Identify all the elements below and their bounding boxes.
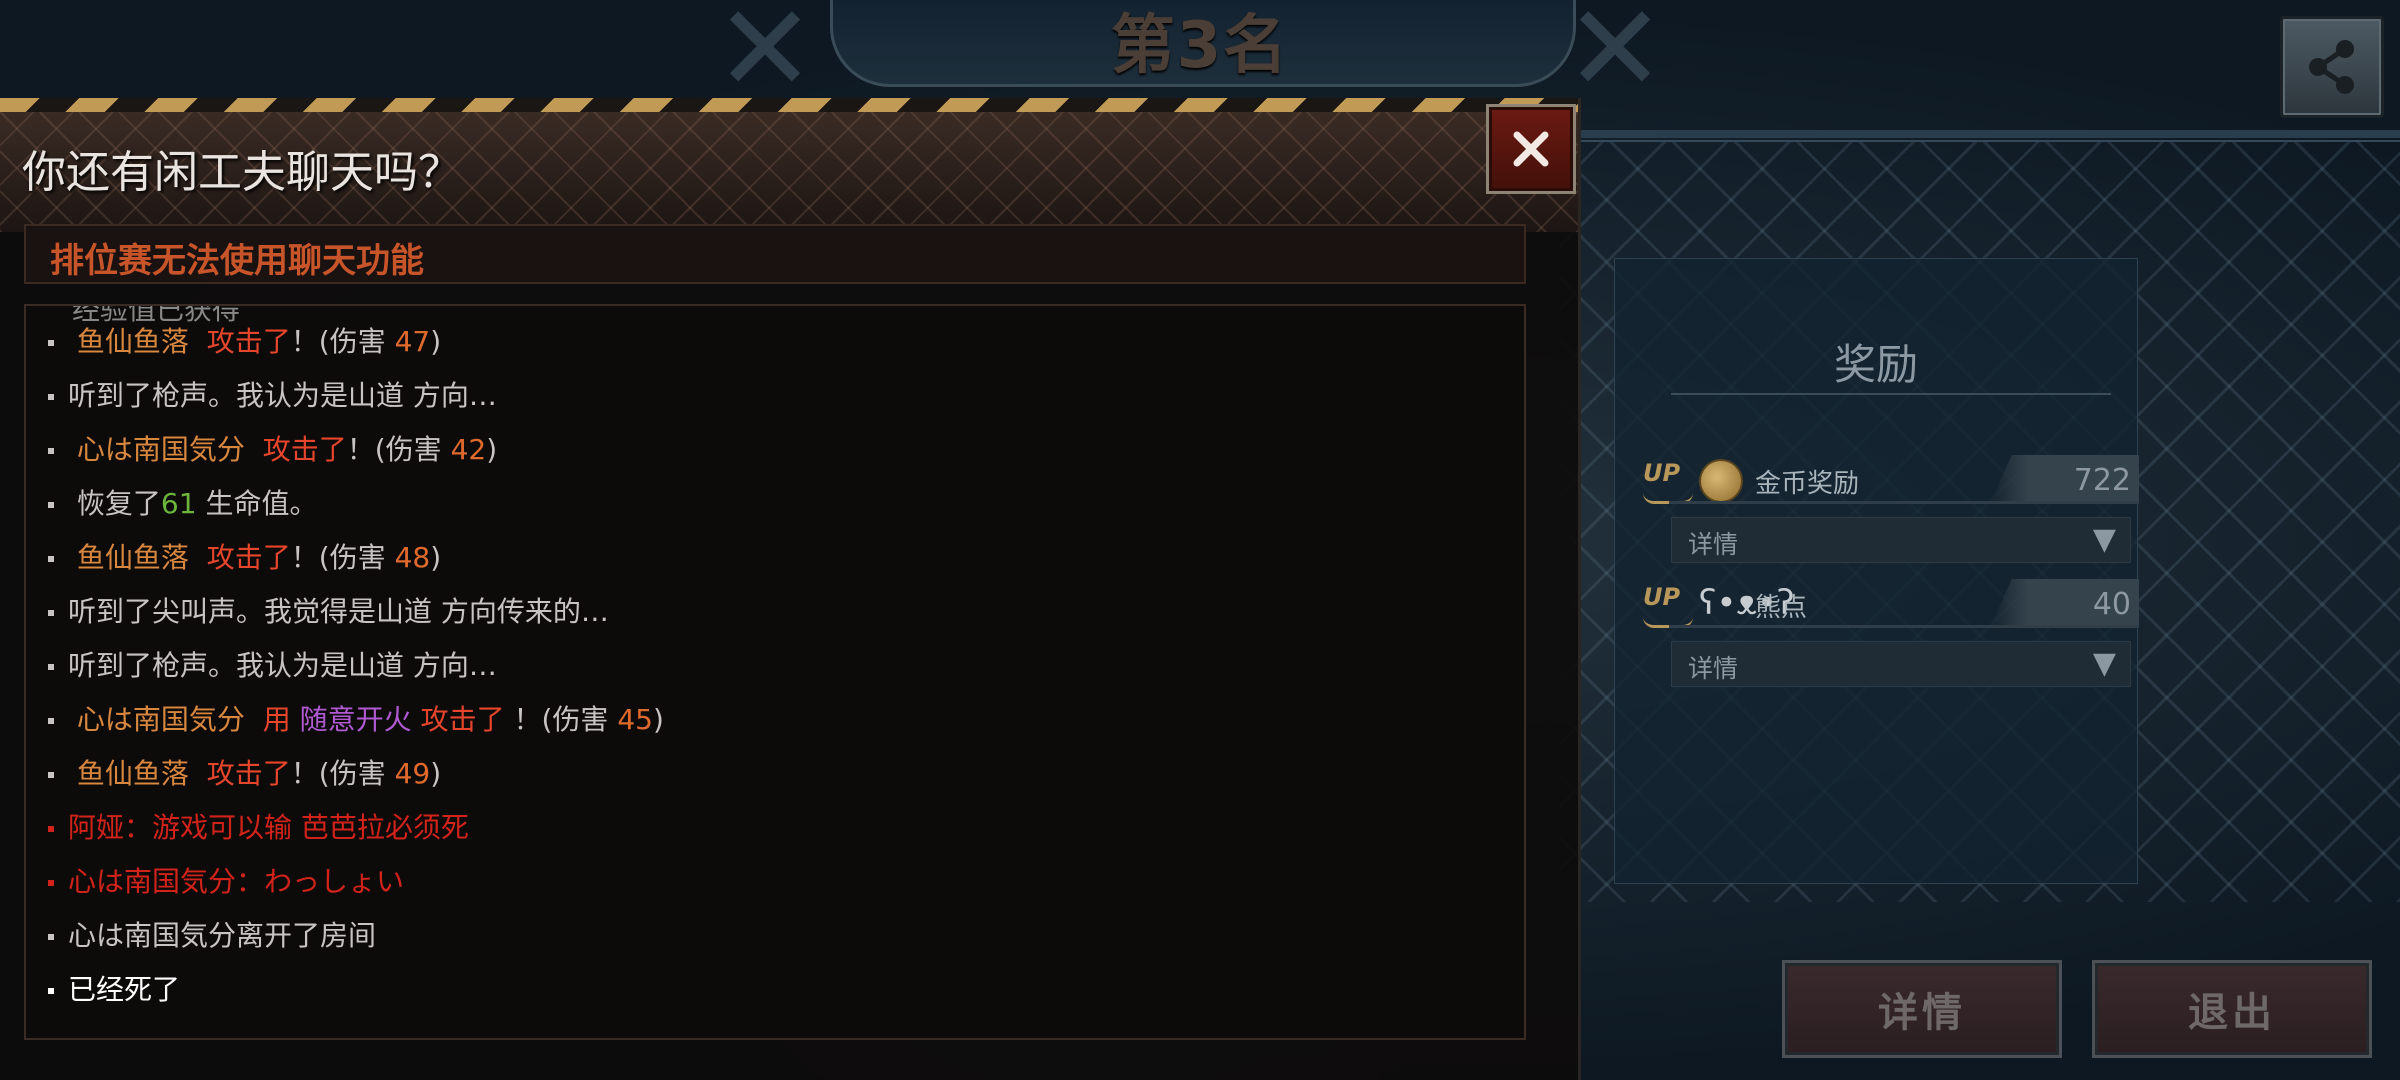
- log-line: 听到了枪声。我认为是山道 方向…: [48, 642, 497, 690]
- hazard-stripe: [0, 98, 1578, 112]
- log-line-chat: 阿娅：游戏可以输 芭芭拉必须死: [48, 804, 469, 852]
- reward-row-bear-points: UP ʕ•ᴥ•ʔ 熊点 40: [1629, 579, 2139, 639]
- reward-value-bear-points: 40: [2092, 587, 2131, 622]
- chat-disabled-notice: 排位赛无法使用聊天功能: [24, 224, 1526, 284]
- chevron-down-icon: ▼: [2092, 522, 2116, 557]
- chat-title: 你还有闲工夫聊天吗？: [22, 147, 462, 198]
- reward-row-gold: UP 金币奖励 722: [1629, 455, 2139, 515]
- chevron-down-icon: ▼: [2092, 646, 2116, 681]
- log-line: 鱼仙鱼落 攻击了！(伤害 47): [48, 318, 441, 366]
- share-icon: [2309, 40, 2354, 94]
- reward-value-gold: 722: [2073, 463, 2131, 498]
- log-line: 心は南国気分 用 随意开火 攻击了 ！(伤害 45): [48, 696, 664, 744]
- details-button[interactable]: 详情: [1782, 960, 2062, 1058]
- reward-label-gold: 金币奖励: [1755, 469, 1860, 499]
- chat-log[interactable]: 经验值已获得 鱼仙鱼落 攻击了！(伤害 47) 听到了枪声。我认为是山道 方向……: [24, 304, 1526, 1040]
- notice-text: 排位赛无法使用聊天功能: [50, 241, 424, 281]
- exit-button[interactable]: 退出: [2092, 960, 2372, 1058]
- close-button[interactable]: [1486, 104, 1576, 194]
- reward-title: 奖励: [1833, 340, 1918, 389]
- fence-top-rail: [1560, 130, 2400, 138]
- log-line-death: 已经死了: [48, 966, 180, 1014]
- rank-title: 第3名: [1110, 9, 1290, 83]
- reward-value-box: 722: [1991, 455, 2139, 501]
- reward-panel: 奖励 UP 金币奖励 722 详情 ▼ UP ʕ•ᴥ•ʔ 熊点 40 详情 ▼: [1614, 258, 2139, 884]
- log-line: 心は南国気分 攻击了！(伤害 42): [48, 426, 497, 474]
- chat-dialog: 你还有闲工夫聊天吗？ 排位赛无法使用聊天功能 经验值已获得 鱼仙鱼落 攻击了！(…: [0, 98, 1581, 1080]
- log-line: 鱼仙鱼落 攻击了！(伤害 48): [48, 534, 441, 582]
- reward-detail-bear-dropdown[interactable]: 详情 ▼: [1671, 641, 2131, 687]
- log-line-chat: 心は南国気分：わっしょい: [48, 858, 404, 906]
- close-icon: [1513, 131, 1549, 167]
- reward-value-box: 40: [1991, 579, 2139, 625]
- coin-icon: [1699, 459, 1743, 503]
- log-line: 心は南国気分离开了房间: [48, 912, 376, 960]
- share-button[interactable]: [2280, 16, 2384, 118]
- up-badge: UP: [1643, 459, 1693, 504]
- reward-detail-label: 详情: [1688, 654, 1739, 683]
- reward-detail-gold-dropdown[interactable]: 详情 ▼: [1671, 517, 2131, 563]
- log-line: 恢复了61 生命值。: [48, 480, 318, 528]
- reward-row-underline: [1669, 625, 2139, 628]
- bear-points-icon: ʕ•ᴥ•ʔ: [1699, 583, 1795, 623]
- reward-detail-label: 详情: [1688, 530, 1739, 559]
- reward-label-bear-points: 熊点: [1755, 593, 1808, 623]
- reward-row-underline: [1669, 501, 2139, 504]
- up-badge: UP: [1643, 583, 1693, 628]
- log-line: 鱼仙鱼落 攻击了！(伤害 49): [48, 750, 441, 798]
- reward-divider: [1671, 393, 2111, 395]
- log-line: 听到了尖叫声。我觉得是山道 方向传来的…: [48, 588, 609, 636]
- log-line: 听到了枪声。我认为是山道 方向…: [48, 372, 497, 420]
- chat-header: 你还有闲工夫聊天吗？: [0, 112, 1578, 232]
